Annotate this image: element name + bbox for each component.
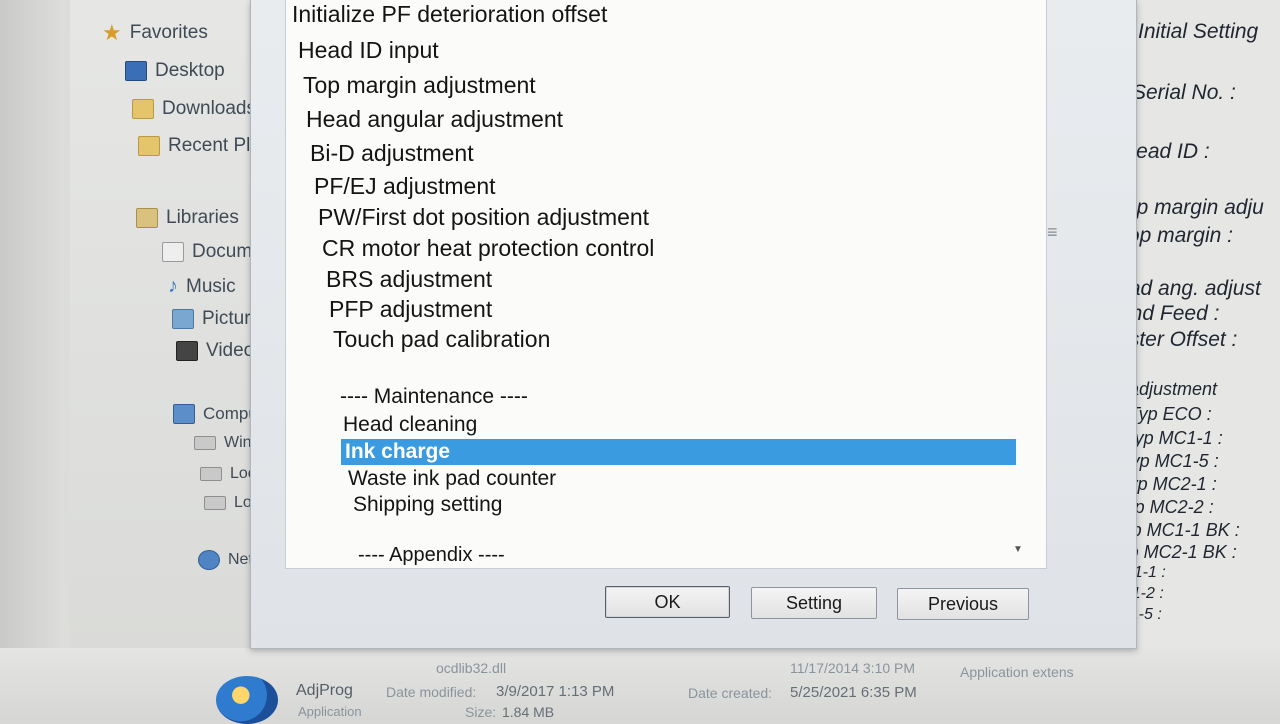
music-icon: ♪ xyxy=(168,275,178,297)
list-section-header: ---- Maintenance ---- xyxy=(340,385,528,408)
setting-button[interactable]: Setting xyxy=(751,587,877,619)
computer-icon xyxy=(173,404,195,424)
adjprog-app-icon xyxy=(216,676,278,724)
list-item[interactable]: Touch pad calibration xyxy=(329,325,550,353)
desktop-icon xyxy=(125,61,147,81)
info-initial-setting: Initial Setting xyxy=(1138,20,1259,43)
list-section-header: ---- Appendix ---- xyxy=(358,544,505,566)
nav-downloads[interactable]: Downloads xyxy=(132,98,256,120)
list-item[interactable]: Initialize PF deterioration offset xyxy=(288,0,607,28)
nav-label: Desktop xyxy=(155,60,225,81)
star-icon: ★ xyxy=(102,20,122,45)
details-pane: ocdlib32.dll 11/17/2014 3:10 PM Applicat… xyxy=(0,648,1280,724)
list-item[interactable]: PFP adjustment xyxy=(325,295,492,323)
libraries-icon xyxy=(136,208,158,228)
nav-music[interactable]: ♪ Music xyxy=(168,275,236,298)
list-item[interactable]: PW/First dot position adjustment xyxy=(314,203,649,231)
list-item[interactable]: Shipping setting xyxy=(349,491,502,519)
pictures-icon xyxy=(172,309,194,329)
file-name: AdjProg xyxy=(296,682,353,699)
nav-libraries[interactable]: Libraries xyxy=(136,207,239,229)
list-item[interactable]: Waste ink pad counter xyxy=(344,465,556,493)
date-created-label: Date created: xyxy=(688,685,773,701)
nav-label: Recent Pla xyxy=(168,135,261,156)
list-item[interactable]: Head angular adjustment xyxy=(302,105,563,133)
file-type: Application xyxy=(298,704,362,719)
recent-places-icon xyxy=(138,136,160,156)
list-item[interactable]: Bi-D adjustment xyxy=(306,139,474,167)
file-name-partial: ocdlib32.dll xyxy=(436,660,507,676)
nav-recent-places[interactable]: Recent Pla xyxy=(138,135,261,157)
date-created-value: 5/25/2021 6:35 PM xyxy=(790,684,917,701)
list-item-selected[interactable]: Ink charge xyxy=(341,439,1016,465)
list-item[interactable]: CR motor heat protection control xyxy=(318,234,654,262)
downloads-folder-icon xyxy=(132,99,154,119)
previous-button[interactable]: Previous xyxy=(897,588,1029,620)
documents-icon xyxy=(162,242,184,262)
nav-label: Libraries xyxy=(166,207,239,228)
nav-favorites[interactable]: ★ Favorites xyxy=(102,20,208,46)
info-serial-no: Serial No. : xyxy=(1132,81,1236,104)
scroll-down-arrow-icon[interactable]: ▼ xyxy=(1013,544,1023,555)
file-type-partial: Application extens xyxy=(960,664,1074,680)
nav-label: Music xyxy=(186,275,236,297)
network-icon xyxy=(198,550,220,570)
list-item[interactable]: Top margin adjustment xyxy=(299,71,536,99)
size-value: 1.84 MB xyxy=(502,704,555,720)
file-date-partial: 11/17/2014 3:10 PM xyxy=(790,660,916,676)
size-label: Size: xyxy=(465,704,497,720)
nav-label: Favorites xyxy=(129,22,208,43)
videos-icon xyxy=(176,341,198,361)
list-item[interactable]: BRS adjustment xyxy=(322,265,492,293)
drive-icon xyxy=(204,496,226,510)
ok-button[interactable]: OK xyxy=(605,586,730,618)
scrollbar-grip-icon[interactable]: ≡ xyxy=(1047,222,1058,243)
drive-icon xyxy=(194,436,216,450)
list-item[interactable]: PF/EJ adjustment xyxy=(310,172,496,200)
nav-desktop[interactable]: Desktop xyxy=(125,60,225,82)
date-modified-label: Date modified: xyxy=(386,684,477,700)
date-modified-value: 3/9/2017 1:13 PM xyxy=(496,683,615,700)
list-item[interactable]: Head ID input xyxy=(294,36,439,64)
nav-label: Downloads xyxy=(162,98,256,119)
adjustment-item-list[interactable]: Initialize PF deterioration offset Head … xyxy=(285,0,1047,569)
list-item[interactable]: Head cleaning xyxy=(339,411,477,439)
drive-icon xyxy=(200,467,222,481)
